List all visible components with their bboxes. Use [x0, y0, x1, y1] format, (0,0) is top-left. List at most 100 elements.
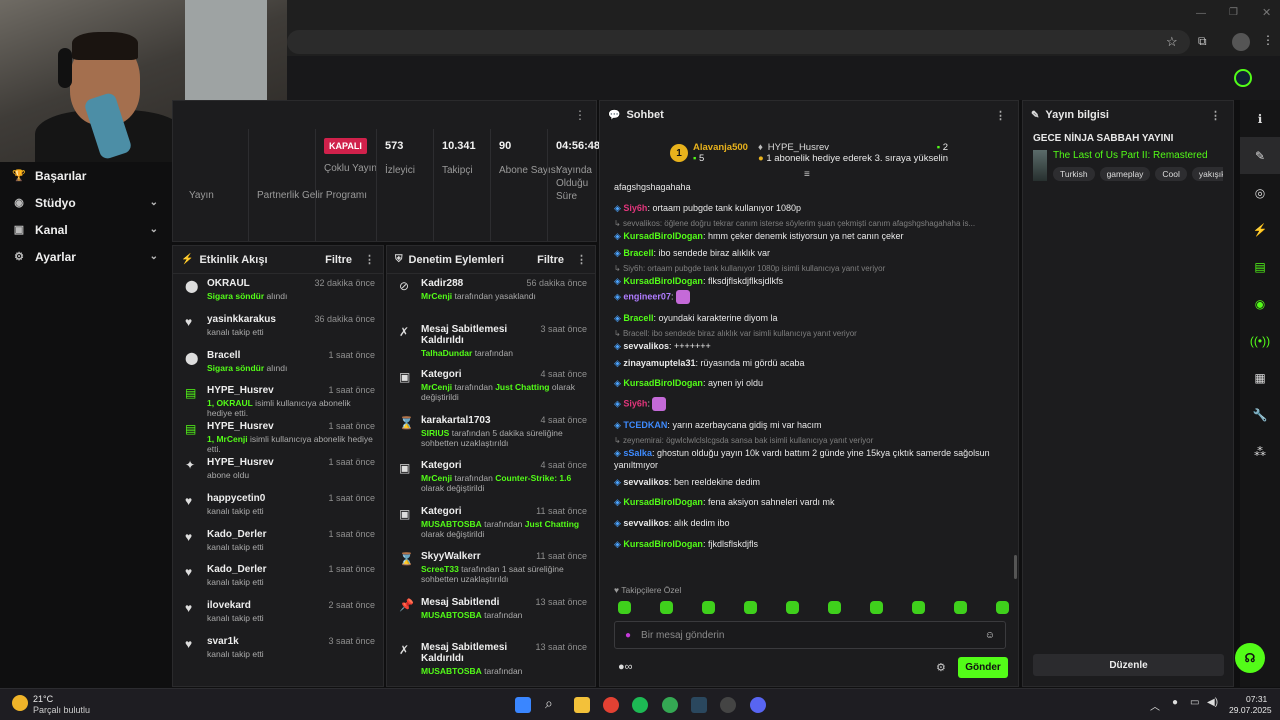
- chat-username[interactable]: zinayamuptela31: [623, 358, 695, 368]
- chat-username[interactable]: KursadBirolDogan: [623, 276, 703, 286]
- chat-input[interactable]: ● Bir mesaj gönderin ☺: [614, 621, 1006, 649]
- chat-settings-icon[interactable]: ⚙: [936, 661, 946, 674]
- tag-chip[interactable]: yakışık: [1191, 167, 1223, 181]
- emote-button[interactable]: [828, 601, 841, 614]
- chat-username[interactable]: Siy6h: [623, 203, 647, 213]
- chat-username[interactable]: sevvalikos: [623, 341, 669, 351]
- edit-button[interactable]: Düzenle: [1033, 654, 1224, 676]
- sidebar-item-1[interactable]: ◉ Stüdyo ⌄: [0, 189, 172, 216]
- info-menu-icon[interactable]: ⋮: [1210, 109, 1221, 122]
- sidebar-item-0[interactable]: 🏆 Başarılar: [0, 162, 172, 189]
- chrome-profile-icon[interactable]: [662, 697, 678, 713]
- broadcast-rail-icon[interactable]: ((•)): [1240, 322, 1280, 359]
- stat-value: 10.341: [442, 140, 476, 152]
- emote-button[interactable]: [912, 601, 925, 614]
- stats-menu-icon[interactable]: ⋮: [574, 108, 586, 122]
- apps-rail-icon[interactable]: ⁂: [1240, 433, 1280, 470]
- profile-avatar[interactable]: [1232, 33, 1250, 51]
- search-icon[interactable]: ⌕: [545, 695, 561, 711]
- game-name[interactable]: The Last of Us Part II: Remastered: [1053, 150, 1223, 161]
- chat-username[interactable]: sevvalikos: [623, 477, 669, 487]
- stat-value: [189, 140, 214, 154]
- chat-username[interactable]: KursadBirolDogan: [623, 497, 703, 507]
- expand-icon[interactable]: ≡: [804, 169, 810, 180]
- mic-icon[interactable]: ●: [625, 630, 631, 641]
- chat-username[interactable]: engineer07: [623, 292, 671, 302]
- chat-username[interactable]: sevvalikos: [623, 518, 669, 528]
- windows-start-icon[interactable]: [515, 697, 531, 713]
- emote-button[interactable]: [618, 601, 631, 614]
- chat-username[interactable]: KursadBirolDogan: [623, 539, 703, 549]
- tray-chevron-icon[interactable]: ︿: [1150, 698, 1160, 713]
- tag-chip[interactable]: gameplay: [1099, 167, 1151, 181]
- minimize-icon[interactable]: —: [1196, 8, 1206, 19]
- chat-username[interactable]: Bracell: [623, 313, 653, 323]
- chat-username[interactable]: KursadBirolDogan: [623, 231, 703, 241]
- edit-rail-icon[interactable]: ✎: [1240, 137, 1280, 174]
- send-button[interactable]: Gönder: [958, 657, 1008, 678]
- activity-item: ♥ yasinkkarakus 36 dakika önce kanalı takip…: [173, 310, 383, 346]
- moderation-filter-button[interactable]: Filtre: [537, 254, 564, 266]
- steam-icon[interactable]: [691, 697, 707, 713]
- activity-body: Kado_Derler 1 saat önce kanalı takip etti: [207, 529, 375, 552]
- sidebar-item-3[interactable]: ⚙ Ayarlar ⌄: [0, 243, 172, 270]
- emote-button[interactable]: [870, 601, 883, 614]
- spotify-icon[interactable]: [632, 697, 648, 713]
- chat-username[interactable]: sSalka: [623, 448, 652, 458]
- channel-points-icon[interactable]: ●∞: [618, 661, 633, 673]
- mic-tray-icon[interactable]: ●: [1172, 697, 1178, 708]
- emote-button[interactable]: [786, 601, 799, 614]
- stream-stats-panel: ⋮ Yayın Partnerlik Gelir Programı KAPALI Ço…: [172, 100, 600, 242]
- chrome-icon[interactable]: [603, 697, 619, 713]
- chat-scrollbar[interactable]: [1014, 555, 1017, 579]
- emote-button[interactable]: [702, 601, 715, 614]
- extensions-icon[interactable]: ⧉: [1198, 34, 1207, 49]
- game-thumbnail[interactable]: [1033, 150, 1047, 181]
- browser-menu-icon[interactable]: ⋮: [1262, 33, 1274, 47]
- bookmark-star-icon[interactable]: ☆: [1166, 34, 1178, 50]
- moderation-menu-icon[interactable]: ⋮: [576, 253, 587, 266]
- emote-button[interactable]: [996, 601, 1009, 614]
- sidebar-item-2[interactable]: ▣ Kanal ⌄: [0, 216, 172, 243]
- lightning-rail-icon[interactable]: ⚡: [1240, 211, 1280, 248]
- chat-menu-icon[interactable]: ⋮: [995, 109, 1006, 122]
- chat-text: afagshgshagahaha: [614, 182, 691, 193]
- emote-button[interactable]: [744, 601, 757, 614]
- file-explorer-icon[interactable]: [574, 697, 590, 713]
- layout-rail-icon[interactable]: ▦: [1240, 359, 1280, 396]
- kick-logo-icon[interactable]: [1234, 69, 1252, 87]
- activity-time: 32 dakika önce: [314, 278, 375, 288]
- activity-text: kanalı takip etti: [207, 613, 264, 624]
- emote-button[interactable]: [954, 601, 967, 614]
- tag-chip[interactable]: Cool: [1155, 167, 1187, 181]
- weather-icon: [12, 695, 28, 711]
- chat-username[interactable]: TCEDKAN: [623, 420, 667, 430]
- activity-menu-icon[interactable]: ⋮: [364, 253, 375, 266]
- info-rail-icon[interactable]: ℹ: [1240, 100, 1280, 137]
- wrench-rail-icon[interactable]: 🔧: [1240, 396, 1280, 433]
- emoji-icon[interactable]: ☺: [985, 630, 995, 641]
- chat-rail-icon[interactable]: ◉: [1240, 285, 1280, 322]
- close-window-icon[interactable]: ✕: [1262, 6, 1271, 19]
- volume-icon[interactable]: ◀): [1207, 697, 1218, 708]
- chat-username[interactable]: Bracell: [623, 248, 653, 258]
- support-button[interactable]: ☊: [1235, 643, 1265, 673]
- network-icon[interactable]: ▭: [1190, 697, 1199, 708]
- emote-button[interactable]: [660, 601, 673, 614]
- activity-detail: 1, OKRAUL isimli kullanıcıya abonelik he…: [207, 398, 375, 418]
- moderation-item: ⌛ SkyyWalkerr 11 saat önce ScreeT33 tarafın…: [387, 547, 595, 593]
- chat-username[interactable]: KursadBirolDogan: [623, 378, 703, 388]
- pinned-leaderboard[interactable]: 1 Alavanja500 ▪ 5 ♦ HYPE_Husrev ▪ 2 ● 1 ab…: [600, 129, 1018, 180]
- tag-chip[interactable]: Turkish: [1053, 167, 1095, 181]
- discord-icon[interactable]: [750, 697, 766, 713]
- obs-icon[interactable]: [720, 697, 736, 713]
- chat-username[interactable]: Siy6h: [623, 399, 647, 409]
- activity-filter-button[interactable]: Filtre: [325, 254, 352, 266]
- camera-rail-icon[interactable]: ◎: [1240, 174, 1280, 211]
- maximize-icon[interactable]: ❐: [1229, 7, 1238, 18]
- activity-item: ✦ HYPE_Husrev 1 saat önce abone oldu: [173, 453, 383, 489]
- address-bar[interactable]: [287, 30, 1190, 54]
- document-rail-icon[interactable]: ▤: [1240, 248, 1280, 285]
- activity-time: 1 saat önce: [328, 385, 375, 396]
- coin-icon: ●: [757, 153, 764, 164]
